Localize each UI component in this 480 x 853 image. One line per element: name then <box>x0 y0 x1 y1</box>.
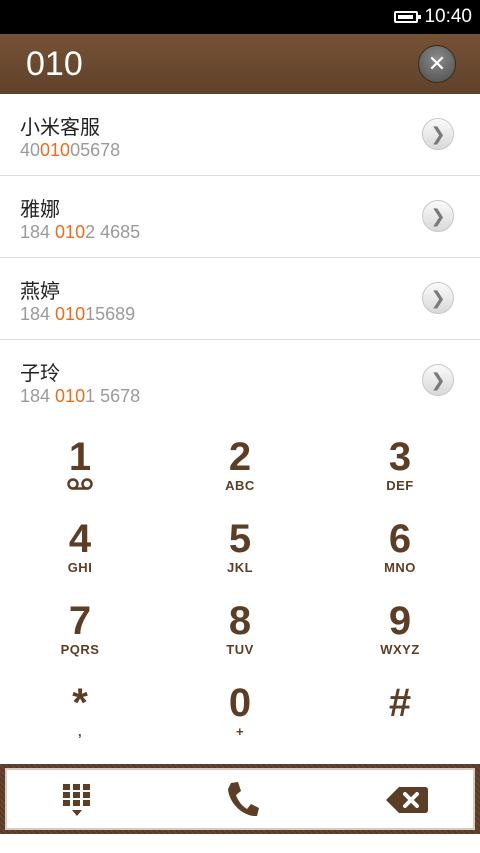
key-letters: TUV <box>226 642 254 657</box>
contact-results-list: 小米客服 4001005678 ❯ 雅娜 184 0102 4685 ❯ 燕婷 184 010… <box>0 94 480 422</box>
key-letters: MNO <box>384 560 416 575</box>
contact-row[interactable]: 燕婷 184 01015689 ❯ <box>0 258 480 340</box>
key-digit: 5 <box>228 517 252 561</box>
dial-key[interactable]: 0 + <box>160 674 320 756</box>
phone-call-icon <box>228 782 259 817</box>
number-suffix: 05678 <box>70 140 121 160</box>
dial-key[interactable]: 1 <box>0 428 160 510</box>
number-match-highlight: 010 <box>40 140 71 160</box>
key-letters: , <box>77 724 83 739</box>
key-digit: 1 <box>68 435 92 479</box>
contact-name: 燕婷 <box>20 279 60 303</box>
dial-key[interactable]: 2 ABC <box>160 428 320 510</box>
dialed-number-field[interactable]: 010 <box>26 44 83 84</box>
key-letters: WXYZ <box>380 642 420 657</box>
keypad-toggle-icon <box>63 784 90 816</box>
contact-name: 小米客服 <box>20 115 100 139</box>
dial-key[interactable]: *, <box>0 674 160 756</box>
key-digit: 2 <box>228 435 252 479</box>
key-letters: JKL <box>226 560 254 575</box>
battery-icon <box>394 11 422 23</box>
contact-number: 184 0101 5678 <box>20 386 140 407</box>
key-digit: 8 <box>228 599 252 643</box>
status-bar: 10:40 <box>0 0 480 34</box>
key-letters: PQRS <box>60 642 100 657</box>
key-letters: DEF <box>386 478 414 493</box>
contact-detail-button[interactable]: ❯ <box>422 200 454 232</box>
voicemail-icon <box>67 478 93 490</box>
contact-detail-button[interactable]: ❯ <box>422 364 454 396</box>
contact-number: 184 01015689 <box>20 304 135 325</box>
contact-detail-button[interactable]: ❯ <box>422 118 454 150</box>
backspace-button[interactable] <box>377 776 437 824</box>
key-digit: 0 <box>228 681 252 725</box>
dial-key[interactable]: # <box>320 674 480 756</box>
key-digit: 6 <box>388 517 412 561</box>
contact-number: 184 0102 4685 <box>20 222 140 243</box>
key-letters: + <box>235 724 245 739</box>
number-suffix: 15689 <box>85 304 136 324</box>
dial-keypad: 1 2 ABC 3 DEF 4 GHI 5 JKL 6 MNO 7 PQRS 8 TUV 9 WXYZ *, 0 + # <box>0 424 480 754</box>
number-prefix: 184 <box>20 304 56 324</box>
contact-number: 4001005678 <box>20 140 120 161</box>
contact-name: 雅娜 <box>20 197 60 221</box>
number-prefix: 184 <box>20 386 56 406</box>
status-right: 10:40 <box>394 0 472 34</box>
close-icon: ✕ <box>427 51 447 77</box>
dial-key[interactable]: 4 GHI <box>0 510 160 592</box>
key-digit: 7 <box>68 599 92 643</box>
chevron-right-icon: ❯ <box>430 205 446 227</box>
number-prefix: 40 <box>20 140 41 160</box>
dial-key[interactable]: 9 WXYZ <box>320 592 480 674</box>
key-digit: 9 <box>388 599 412 643</box>
chevron-right-icon: ❯ <box>430 287 446 309</box>
contact-detail-button[interactable]: ❯ <box>422 282 454 314</box>
number-prefix: 184 <box>20 222 56 242</box>
backspace-icon <box>386 787 428 813</box>
number-match-highlight: 010 <box>55 386 86 406</box>
key-digit: # <box>388 681 412 725</box>
bottom-strip <box>0 834 480 853</box>
contact-row[interactable]: 小米客服 4001005678 ❯ <box>0 94 480 176</box>
key-letters: GHI <box>67 560 93 575</box>
battery-fill <box>398 15 413 19</box>
dial-key[interactable]: 6 MNO <box>320 510 480 592</box>
keypad-toggle-button[interactable] <box>47 776 107 824</box>
dial-key[interactable]: 3 DEF <box>320 428 480 510</box>
contact-name: 子玲 <box>20 361 60 385</box>
dial-key[interactable]: 7 PQRS <box>0 592 160 674</box>
key-digit: 4 <box>68 517 92 561</box>
action-bar-inner <box>5 768 475 830</box>
number-suffix: 1 5678 <box>85 386 141 406</box>
number-suffix: 2 4685 <box>85 222 141 242</box>
clear-button[interactable]: ✕ <box>418 45 456 83</box>
dial-input-bar: 010 ✕ <box>0 34 480 94</box>
key-letters: ABC <box>225 478 255 493</box>
chevron-right-icon: ❯ <box>430 123 446 145</box>
status-time: 10:40 <box>424 6 472 27</box>
action-bar <box>0 764 480 834</box>
key-digit: * <box>72 681 88 725</box>
chevron-right-icon: ❯ <box>430 369 446 391</box>
contact-row[interactable]: 雅娜 184 0102 4685 ❯ <box>0 176 480 258</box>
number-match-highlight: 010 <box>55 222 86 242</box>
dial-key[interactable]: 5 JKL <box>160 510 320 592</box>
contact-row[interactable]: 子玲 184 0101 5678 ❯ <box>0 340 480 422</box>
call-button[interactable] <box>212 776 272 824</box>
number-match-highlight: 010 <box>55 304 86 324</box>
dial-key[interactable]: 8 TUV <box>160 592 320 674</box>
key-digit: 3 <box>388 435 412 479</box>
